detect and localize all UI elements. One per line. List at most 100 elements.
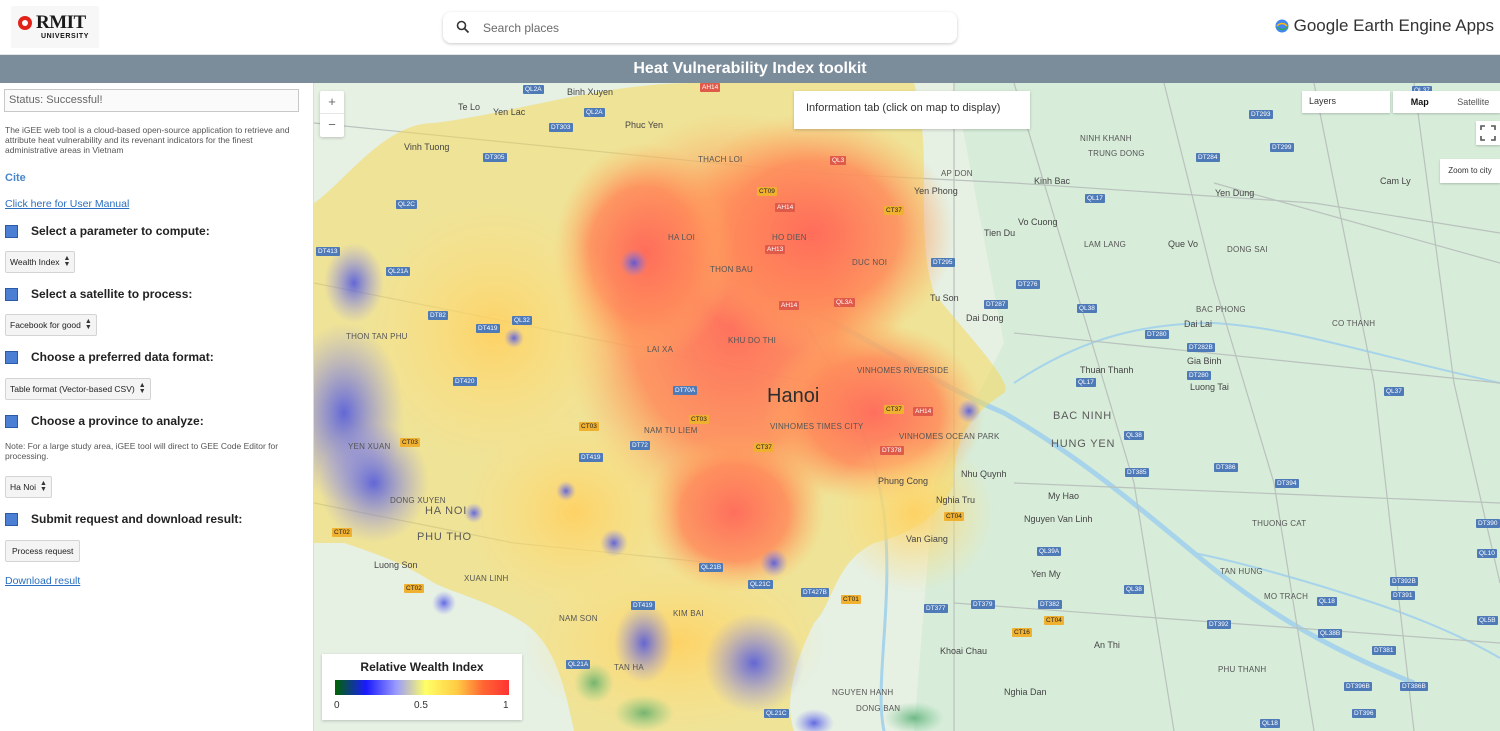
legend-color-bar <box>335 680 509 695</box>
place-label: NAM SON <box>559 614 598 623</box>
legend-min-label: 0 <box>334 700 340 711</box>
place-label: Van Giang <box>906 534 948 544</box>
section-satellite: Select a satellite to process: <box>5 286 192 302</box>
legend-max-label: 1 <box>503 700 509 711</box>
search-icon <box>456 20 470 34</box>
place-label: Phung Cong <box>878 476 929 486</box>
city-label-hanoi: Hanoi <box>767 385 820 407</box>
province-label: HUNG YEN <box>1051 438 1116 450</box>
section-marker-icon <box>5 512 18 526</box>
parameter-select[interactable]: Wealth Index ▲ ▼ <box>5 251 76 273</box>
road-shield: QL17 <box>1085 194 1105 203</box>
road-shield: QL10 <box>1477 549 1497 558</box>
place-label: THON TAN PHU <box>346 332 408 341</box>
rmit-logo-icon <box>18 16 32 30</box>
gee-apps-label: Google Earth Engine Apps <box>1293 16 1494 35</box>
download-result-link[interactable]: Download result <box>5 575 80 587</box>
place-label: Te Lo <box>458 102 481 112</box>
road-shield: DT396 <box>1352 709 1376 718</box>
road-shield: QL21A <box>566 660 591 669</box>
gee-apps-brand[interactable]: Google Earth Engine Apps <box>1274 15 1494 37</box>
zoom-to-city-button[interactable]: Zoom to city <box>1440 159 1500 183</box>
province-select-value: Ha Noi <box>10 482 36 492</box>
place-label: Gia Binh <box>1187 356 1222 366</box>
road-shield: CT37 <box>884 405 904 414</box>
place-label: TAN HA <box>614 663 644 672</box>
section-marker-icon <box>5 287 18 301</box>
road-shield: QL32 <box>512 316 532 325</box>
place-label: THUONG CAT <box>1252 519 1307 528</box>
district-label: VINHOMES RIVERSIDE <box>857 366 949 375</box>
province-label: HA NOI <box>425 505 468 517</box>
process-request-button[interactable]: Process request <box>5 540 81 562</box>
road-shield: DT276 <box>1016 280 1040 289</box>
tool-description: The iGEE web tool is a cloud-based open-… <box>5 125 290 155</box>
cite-link[interactable]: Cite <box>5 172 26 184</box>
road-shield: AH14 <box>700 83 721 92</box>
road-shield: DT420 <box>453 377 477 386</box>
fullscreen-button[interactable] <box>1476 121 1500 145</box>
rmit-logo-text: RMIT <box>36 12 86 33</box>
road-shield: QL18 <box>1260 719 1280 728</box>
format-select[interactable]: Table format (Vector-based CSV) ▲ ▼ <box>5 378 151 400</box>
zoom-out-button[interactable]: − <box>320 114 344 137</box>
place-label: NINH KHANH <box>1080 134 1132 143</box>
road-shield: DT427B <box>801 588 829 597</box>
district-label: VINHOMES TIMES CITY <box>770 422 864 431</box>
road-shield: DT392 <box>1207 620 1231 629</box>
search-input[interactable] <box>483 17 933 38</box>
road-shield: DT419 <box>579 453 603 462</box>
place-label: DONG BAN <box>856 704 901 713</box>
place-label: PHU THANH <box>1218 665 1267 674</box>
legend-title: Relative Wealth Index <box>360 660 484 674</box>
district-label: THACH LOI <box>698 155 743 164</box>
section-parameter-label: Select a parameter to compute: <box>31 224 210 238</box>
district-label: HO DIEN <box>772 233 807 242</box>
title-bar: Heat Vulnerability Index toolkit <box>0 55 1500 83</box>
province-select[interactable]: Ha Noi ▲ ▼ <box>5 476 52 498</box>
road-shield: QL18 <box>1317 597 1337 606</box>
road-shield: QL3 <box>830 156 847 165</box>
select-arrows-icon: ▲ ▼ <box>138 382 146 395</box>
road-shield: DT82 <box>428 311 448 320</box>
map-type-map-button[interactable]: Map <box>1393 91 1447 113</box>
information-tab[interactable]: Information tab (click on map to display… <box>794 91 1030 129</box>
road-shield: QL38 <box>1124 585 1144 594</box>
search-bar[interactable] <box>443 12 957 43</box>
layers-button[interactable]: Layers <box>1302 91 1390 113</box>
road-shield: QL39A <box>1037 547 1062 556</box>
rmit-logo: RMIT UNIVERSITY <box>11 6 99 48</box>
road-shield: CT03 <box>579 422 599 431</box>
place-label: Cam Ly <box>1380 176 1411 186</box>
place-label: Nguyen Van Linh <box>1024 514 1093 524</box>
zoom-in-button[interactable]: + <box>320 91 344 114</box>
place-label: Nhu Quynh <box>961 469 1007 479</box>
road-shield: DT419 <box>476 324 500 333</box>
district-label: NAM TU LIEM <box>644 426 698 435</box>
place-label: Vo Cuong <box>1018 217 1058 227</box>
user-manual-link[interactable]: Click here for User Manual <box>5 198 129 210</box>
road-shield: QL21B <box>699 563 724 572</box>
select-arrows-icon: ▲ ▼ <box>63 255 71 268</box>
road-shield: DT391 <box>1391 591 1415 600</box>
road-shield: DT382 <box>1038 600 1062 609</box>
road-shield: QL3A <box>834 298 855 307</box>
section-submit: Submit request and download result: <box>5 511 242 527</box>
map-canvas[interactable]: Hanoi Binh Xuyen Te Lo Yen Lac Phuc Yen … <box>314 83 1500 731</box>
place-label: YEN XUAN <box>348 442 391 451</box>
section-marker-icon <box>5 350 18 364</box>
road-shield: CT01 <box>841 595 861 604</box>
district-label: VINHOMES OCEAN PARK <box>899 432 1000 441</box>
place-label: Kinh Bac <box>1034 176 1071 186</box>
satellite-select-value: Facebook for good <box>10 320 81 330</box>
road-shield: QL21C <box>748 580 773 589</box>
satellite-select[interactable]: Facebook for good ▲ ▼ <box>5 314 97 336</box>
road-shield: CT37 <box>884 206 904 215</box>
status-box: Status: Successful! <box>4 89 299 112</box>
place-label: Nghia Dan <box>1004 687 1047 697</box>
road-shield: QL37 <box>1384 387 1404 396</box>
legend-mid-label: 0.5 <box>414 700 428 711</box>
map-type-satellite-button[interactable]: Satellite <box>1447 91 1500 113</box>
road-shield: QL2A <box>584 108 605 117</box>
section-province: Choose a province to analyze: <box>5 413 204 429</box>
